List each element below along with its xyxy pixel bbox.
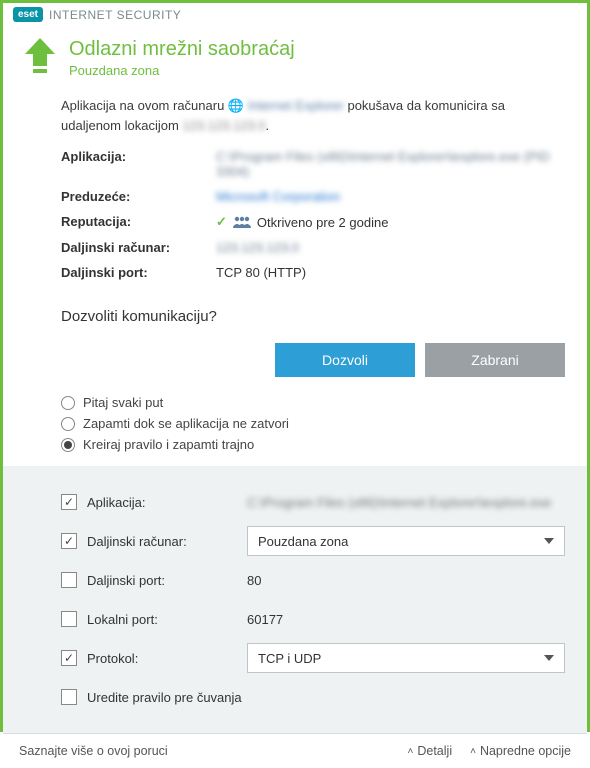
remote-select-value: Pouzdana zona [258,534,348,549]
chevron-up-icon: ˄ [408,746,414,757]
brand-badge: eset [13,7,43,22]
remote-port-value: TCP 80 (HTTP) [216,265,565,280]
learn-more-link[interactable]: Saznajte više o ovoj poruci [19,744,168,758]
advanced-toggle[interactable]: ˄ Napredne opcije [470,744,571,758]
radio-label: Pitaj svaki put [83,395,163,410]
rule-row-edit-before-save: Uredite pravilo pre čuvanja [61,682,565,712]
reputation-label: Reputacija: [61,214,216,230]
company-label: Preduzeće: [61,189,216,204]
company-value: Microsoft Corporation [216,189,565,204]
row-remote: Daljinski računar: 123.123.123.0 [61,240,565,255]
intro-prefix: Aplikacija na ovom računaru [61,98,228,113]
allow-button[interactable]: Dozvoli [275,343,415,377]
chevron-down-icon [542,534,556,548]
remote-label: Daljinski računar: [61,240,216,255]
row-application: Aplikacija: C:\Program Files (x86)\Inter… [61,149,565,179]
product-name: INTERNET SECURITY [49,8,181,22]
footer: Saznajte više o ovoj poruci ˄ Detalji ˄ … [3,733,587,768]
rule-row-application: Aplikacija: C:\Program Files (x86)\Inter… [61,487,565,517]
remote-port-label: Daljinski port: [61,265,216,280]
check-icon: ✓ [216,214,227,230]
radio-icon [61,396,75,410]
rule-row-local-port: Lokalni port: 60177 [61,604,565,634]
protocol-select-value: TCP i UDP [258,651,321,666]
row-company: Preduzeće: Microsoft Corporation [61,189,565,204]
application-value: C:\Program Files (x86)\Internet Explorer… [216,149,565,179]
rule-row-remote: Daljinski računar: Pouzdana zona [61,526,565,556]
rule-remote-label: Daljinski računar: [87,534,247,549]
rule-row-remote-port: Daljinski port: 80 [61,565,565,595]
rule-remote-port-value: 80 [247,573,565,588]
checkbox-edit-rule[interactable] [61,689,77,705]
row-reputation: Reputacija: ✓ Otkriveno pre 2 godine [61,214,565,230]
page-subtitle: Pouzdana zona [69,63,295,78]
checkbox-application[interactable] [61,494,77,510]
rule-application-value: C:\Program Files (x86)\Internet Explorer… [247,495,565,510]
radio-label: Kreiraj pravilo i zapamti trajno [83,437,254,452]
remote-select[interactable]: Pouzdana zona [247,526,565,556]
row-remote-port: Daljinski port: TCP 80 (HTTP) [61,265,565,280]
details-label: Detalji [417,744,452,758]
rule-protocol-label: Protokol: [87,651,247,666]
deny-button[interactable]: Zabrani [425,343,565,377]
advanced-label: Napredne opcije [480,744,571,758]
protocol-select[interactable]: TCP i UDP [247,643,565,673]
rule-local-port-label: Lokalni port: [87,612,247,627]
radio-label: Zapamti dok se aplikacija ne zatvori [83,416,289,431]
rule-remote-port-label: Daljinski port: [87,573,247,588]
reputation-value: ✓ Otkriveno pre 2 godine [216,214,565,230]
outgoing-arrow-icon [25,38,55,78]
people-icon [233,215,251,229]
intro-text: Aplikacija na ovom računaru 🌐 Internet E… [61,96,565,135]
reputation-text: Otkriveno pre 2 godine [257,215,389,230]
rule-local-port-value: 60177 [247,612,565,627]
header: Odlazni mrežni saobraćaj Pouzdana zona [3,26,587,96]
intro-app-link: Internet Explorer [248,98,344,113]
rule-panel: Aplikacija: C:\Program Files (x86)\Inter… [3,466,587,733]
ie-icon: 🌐 [228,98,244,113]
checkbox-remote[interactable] [61,533,77,549]
radio-ask-every-time[interactable]: Pitaj svaki put [61,395,565,410]
radio-icon [61,417,75,431]
chevron-down-icon [542,651,556,665]
checkbox-protocol[interactable] [61,650,77,666]
rule-edit-label: Uredite pravilo pre čuvanja [87,690,242,705]
checkbox-local-port[interactable] [61,611,77,627]
remote-value: 123.123.123.0 [216,240,565,255]
intro-target: 123.123.123.0 [182,118,265,133]
radio-create-rule[interactable]: Kreiraj pravilo i zapamti trajno [61,437,565,452]
radio-remember-until-close[interactable]: Zapamti dok se aplikacija ne zatvori [61,416,565,431]
details-toggle[interactable]: ˄ Detalji [408,744,453,758]
checkbox-remote-port[interactable] [61,572,77,588]
radio-icon [61,438,75,452]
rule-row-protocol: Protokol: TCP i UDP [61,643,565,673]
rule-application-label: Aplikacija: [87,495,247,510]
question-text: Dozvoliti komunikaciju? [61,308,565,325]
chevron-up-icon: ˄ [470,746,476,757]
application-label: Aplikacija: [61,149,216,179]
titlebar: eset INTERNET SECURITY [3,3,587,26]
page-title: Odlazni mrežni saobraćaj [69,38,295,61]
